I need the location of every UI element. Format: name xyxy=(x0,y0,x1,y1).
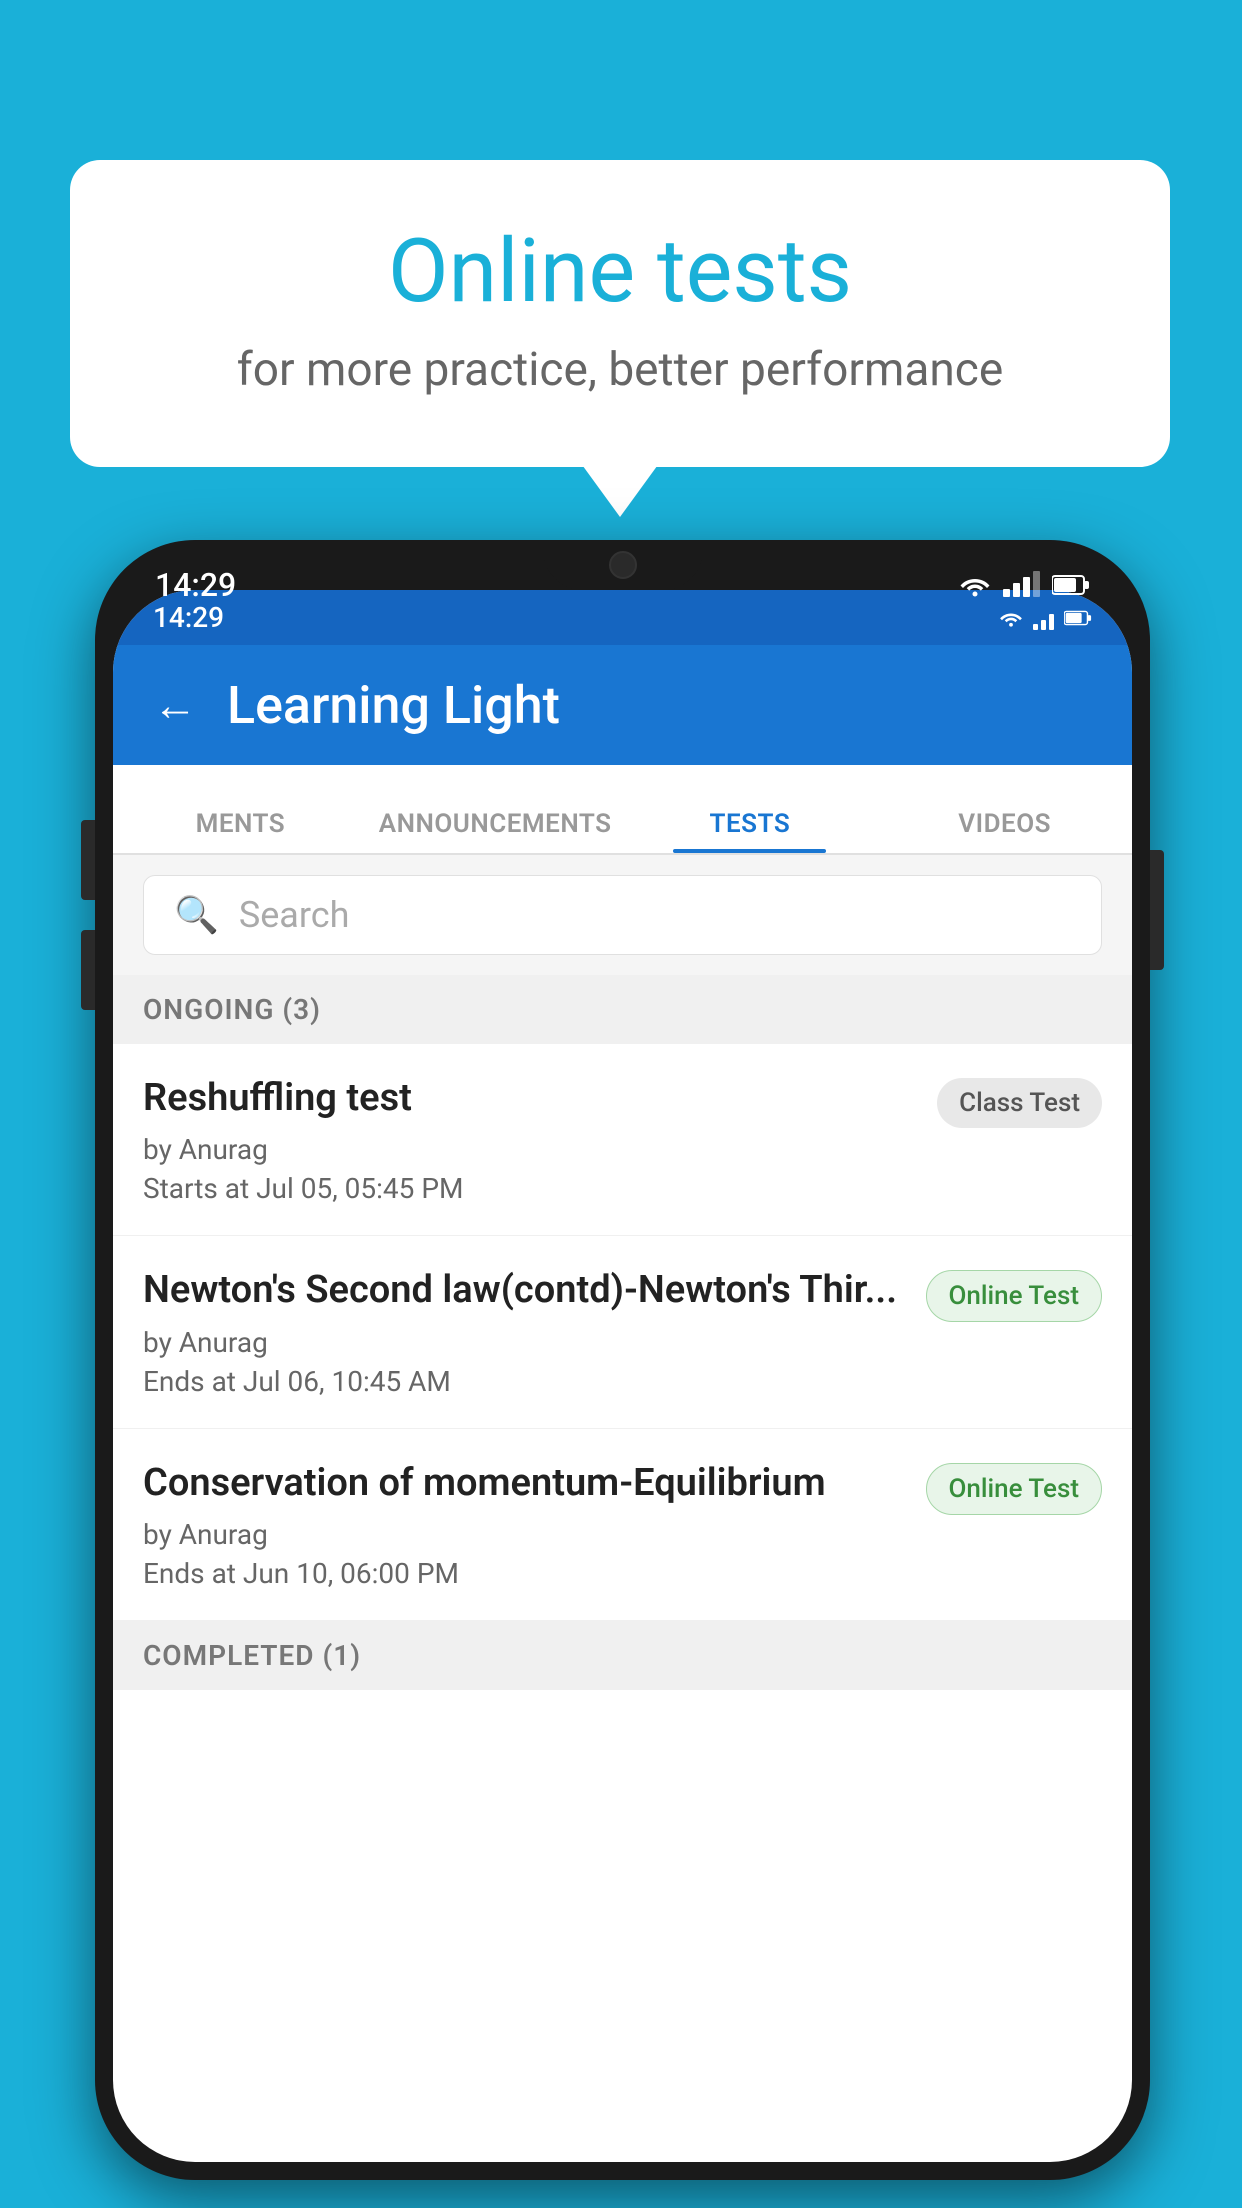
test-item-reshuffling[interactable]: Reshuffling test by Anurag Starts at Jul… xyxy=(113,1044,1132,1236)
speech-bubble: Online tests for more practice, better p… xyxy=(70,160,1170,467)
test-name-3: Conservation of momentum-Equilibrium xyxy=(143,1459,906,1508)
test-time-1: Starts at Jul 05, 05:45 PM xyxy=(143,1172,917,1205)
wifi-icon xyxy=(959,573,991,597)
status-time: 14:29 xyxy=(155,566,236,604)
test-content-3: Conservation of momentum-Equilibrium by … xyxy=(143,1459,926,1590)
test-time-2: Ends at Jul 06, 10:45 AM xyxy=(143,1365,906,1398)
app-header: ← Learning Light xyxy=(113,645,1132,765)
tab-ments[interactable]: MENTS xyxy=(113,809,368,853)
search-bar[interactable]: 🔍 Search xyxy=(143,875,1102,955)
tabs-bar: MENTS ANNOUNCEMENTS TESTS VIDEOS xyxy=(113,765,1132,855)
search-container: 🔍 Search xyxy=(113,855,1132,975)
test-item-newton[interactable]: Newton's Second law(contd)-Newton's Thir… xyxy=(113,1236,1132,1428)
bubble-title: Online tests xyxy=(150,220,1090,323)
section-ongoing-header: ONGOING (3) xyxy=(113,975,1132,1044)
power-button xyxy=(1150,850,1164,970)
test-author-1: by Anurag xyxy=(143,1133,917,1166)
bubble-subtitle: for more practice, better performance xyxy=(150,343,1090,397)
phone-screen: 14:29 ← xyxy=(113,590,1132,2162)
test-name-2: Newton's Second law(contd)-Newton's Thir… xyxy=(143,1266,906,1315)
status-icons xyxy=(959,573,1090,597)
test-content-2: Newton's Second law(contd)-Newton's Thir… xyxy=(143,1266,926,1397)
volume-up-button xyxy=(81,820,95,900)
test-author-2: by Anurag xyxy=(143,1326,906,1359)
test-badge-1: Class Test xyxy=(937,1078,1102,1128)
test-list: Reshuffling test by Anurag Starts at Jul… xyxy=(113,1044,1132,1621)
tab-tests[interactable]: TESTS xyxy=(623,809,878,853)
test-author-3: by Anurag xyxy=(143,1518,906,1551)
test-content-1: Reshuffling test by Anurag Starts at Jul… xyxy=(143,1074,937,1205)
volume-down-button xyxy=(81,930,95,1010)
app-title: Learning Light xyxy=(227,675,560,736)
tab-videos[interactable]: VIDEOS xyxy=(877,809,1132,853)
test-item-conservation[interactable]: Conservation of momentum-Equilibrium by … xyxy=(113,1429,1132,1621)
test-badge-3: Online Test xyxy=(926,1463,1103,1515)
search-placeholder: Search xyxy=(239,894,350,936)
signal-icon xyxy=(1003,573,1040,597)
back-button[interactable]: ← xyxy=(153,679,197,731)
test-name-1: Reshuffling test xyxy=(143,1074,917,1123)
tab-announcements[interactable]: ANNOUNCEMENTS xyxy=(368,809,623,853)
phone-device: 14:29 14:2 xyxy=(95,540,1150,2180)
search-icon: 🔍 xyxy=(174,894,219,936)
camera xyxy=(609,551,637,579)
phone-notch xyxy=(543,540,703,590)
battery-icon xyxy=(1052,574,1090,596)
test-time-3: Ends at Jun 10, 06:00 PM xyxy=(143,1557,906,1590)
section-completed-header: COMPLETED (1) xyxy=(113,1621,1132,1690)
test-badge-2: Online Test xyxy=(926,1270,1103,1322)
